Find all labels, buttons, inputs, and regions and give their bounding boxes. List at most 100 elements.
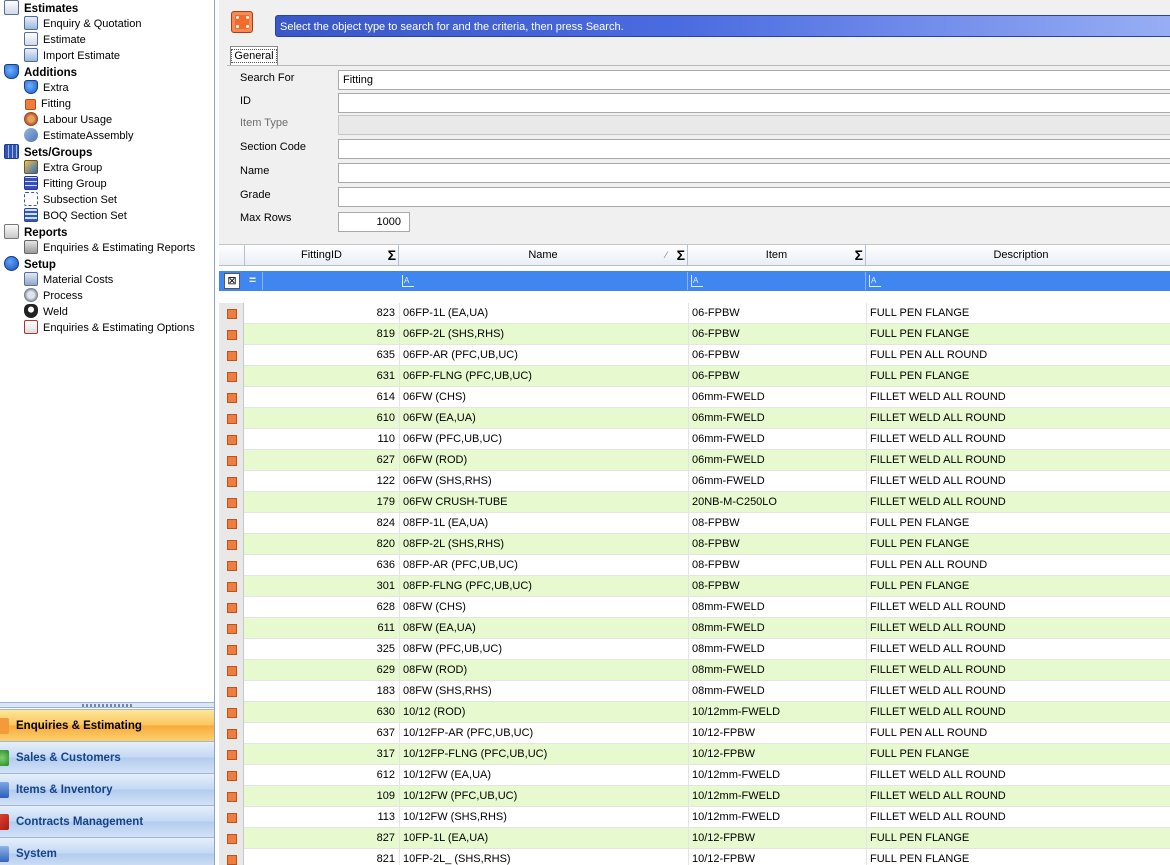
- row-selector[interactable]: [219, 345, 244, 366]
- tree-item-extra[interactable]: Extra: [0, 80, 214, 96]
- tree-item-enquiry-quotation[interactable]: Enquiry & Quotation: [0, 16, 214, 32]
- filter-cell-description[interactable]: A: [866, 272, 1170, 290]
- splitter-grip[interactable]: [82, 704, 132, 707]
- row-selector[interactable]: [219, 576, 244, 597]
- table-row[interactable]: 629 08FW (ROD) 08mm-FWELD FILLET WELD ALL R…: [219, 660, 1170, 681]
- section-code-field[interactable]: [338, 139, 1170, 159]
- search-for-field[interactable]: [338, 70, 1170, 90]
- filter-operator[interactable]: =: [249, 271, 256, 289]
- tree-group-additions[interactable]: Additions: [0, 64, 214, 80]
- filter-cell-item[interactable]: A: [688, 272, 866, 290]
- table-row[interactable]: 612 10/12FW (EA,UA) 10/12mm-FWELD FILLET WE…: [219, 765, 1170, 786]
- table-row[interactable]: 317 10/12FP-FLNG (PFC,UB,UC) 10/12-FPBW FUL…: [219, 744, 1170, 765]
- table-row[interactable]: 183 08FW (SHS,RHS) 08mm-FWELD FILLET WELD A…: [219, 681, 1170, 702]
- column-header-fittingid[interactable]: FittingID Σ: [245, 245, 399, 266]
- sum-icon[interactable]: Σ: [388, 247, 396, 263]
- row-selector[interactable]: [219, 681, 244, 702]
- row-selector[interactable]: [219, 702, 244, 723]
- max-rows-field[interactable]: [338, 212, 410, 232]
- table-row[interactable]: 301 08FP-FLNG (PFC,UB,UC) 08-FPBW FULL PEN …: [219, 576, 1170, 597]
- tree-group-estimates[interactable]: Estimates: [0, 0, 214, 16]
- row-selector[interactable]: [219, 660, 244, 681]
- row-selector[interactable]: [219, 450, 244, 471]
- tree-item-enquiries-estimating-reports[interactable]: Enquiries & Estimating Reports: [0, 240, 214, 256]
- tree-item-fitting-group[interactable]: Fitting Group: [0, 176, 214, 192]
- table-row[interactable]: 819 06FP-2L (SHS,RHS) 06-FPBW FULL PEN FLAN…: [219, 324, 1170, 345]
- column-header-name[interactable]: Name ⁄ Σ: [399, 245, 688, 266]
- table-row[interactable]: 821 10FP-2L_ (SHS,RHS) 10/12-FPBW FULL PEN …: [219, 849, 1170, 865]
- filter-cell-selector[interactable]: ⊠: [219, 272, 263, 290]
- row-selector[interactable]: [219, 492, 244, 513]
- tree-item-process[interactable]: Process: [0, 288, 214, 304]
- filter-cell-name[interactable]: A: [399, 272, 688, 290]
- grade-field[interactable]: [338, 187, 1170, 207]
- table-row[interactable]: 627 06FW (ROD) 06mm-FWELD FILLET WELD ALL R…: [219, 450, 1170, 471]
- table-row[interactable]: 179 06FW CRUSH-TUBE 20NB-M-C250LO FILLET WE…: [219, 492, 1170, 513]
- row-selector[interactable]: [219, 534, 244, 555]
- tree-item-estimateassembly[interactable]: EstimateAssembly: [0, 128, 214, 144]
- table-row[interactable]: 827 10FP-1L (EA,UA) 10/12-FPBW FULL PEN FLA…: [219, 828, 1170, 849]
- tree-item-import-estimate[interactable]: Import Estimate: [0, 48, 214, 64]
- row-selector[interactable]: [219, 513, 244, 534]
- clear-filter-icon[interactable]: ⊠: [224, 273, 240, 289]
- column-header-description[interactable]: Description: [866, 245, 1170, 266]
- tab-general[interactable]: General: [230, 46, 278, 66]
- filter-operator-icon[interactable]: A: [869, 275, 881, 287]
- nav-button-sales-customers[interactable]: Sales & Customers: [0, 741, 214, 773]
- filter-operator-icon[interactable]: A: [691, 275, 703, 287]
- filter-operator-icon[interactable]: A: [402, 275, 414, 287]
- row-selector[interactable]: [219, 849, 244, 865]
- row-selector[interactable]: [219, 597, 244, 618]
- table-row[interactable]: 325 08FW (PFC,UB,UC) 08mm-FWELD FILLET WELD…: [219, 639, 1170, 660]
- row-selector[interactable]: [219, 471, 244, 492]
- table-row[interactable]: 110 06FW (PFC,UB,UC) 06mm-FWELD FILLET WELD…: [219, 429, 1170, 450]
- table-row[interactable]: 820 08FP-2L (SHS,RHS) 08-FPBW FULL PEN FLAN…: [219, 534, 1170, 555]
- table-row[interactable]: 823 06FP-1L (EA,UA) 06-FPBW FULL PEN FLANGE: [219, 303, 1170, 324]
- table-row[interactable]: 611 08FW (EA,UA) 08mm-FWELD FILLET WELD ALL…: [219, 618, 1170, 639]
- row-selector[interactable]: [219, 387, 244, 408]
- table-row[interactable]: 109 10/12FW (PFC,UB,UC) 10/12mm-FWELD FILLE…: [219, 786, 1170, 807]
- tree-item-material-costs[interactable]: Material Costs: [0, 272, 214, 288]
- row-selector[interactable]: [219, 366, 244, 387]
- row-selector[interactable]: [219, 723, 244, 744]
- row-selector[interactable]: [219, 408, 244, 429]
- name-field[interactable]: [338, 163, 1170, 183]
- tree-item-labour-usage[interactable]: Labour Usage: [0, 112, 214, 128]
- tree-item-enquiries-estimating-options[interactable]: Enquiries & Estimating Options: [0, 320, 214, 336]
- tree-item-estimate[interactable]: Estimate: [0, 32, 214, 48]
- row-selector[interactable]: [219, 303, 244, 324]
- tree-group-setup[interactable]: Setup: [0, 256, 214, 272]
- row-selector[interactable]: [219, 429, 244, 450]
- table-row[interactable]: 628 08FW (CHS) 08mm-FWELD FILLET WELD ALL R…: [219, 597, 1170, 618]
- nav-button-system[interactable]: System: [0, 837, 214, 865]
- table-row[interactable]: 630 10/12 (ROD) 10/12mm-FWELD FILLET WELD A…: [219, 702, 1170, 723]
- nav-button-enquiries-estimating[interactable]: Enquiries & Estimating: [0, 709, 214, 741]
- pane-splitter[interactable]: [0, 702, 214, 708]
- table-row[interactable]: 635 06FP-AR (PFC,UB,UC) 06-FPBW FULL PEN AL…: [219, 345, 1170, 366]
- table-row[interactable]: 824 08FP-1L (EA,UA) 08-FPBW FULL PEN FLANGE: [219, 513, 1170, 534]
- row-selector[interactable]: [219, 828, 244, 849]
- sum-icon[interactable]: Σ: [677, 247, 685, 263]
- row-selector[interactable]: [219, 744, 244, 765]
- id-field[interactable]: [338, 93, 1170, 113]
- table-row[interactable]: 636 08FP-AR (PFC,UB,UC) 08-FPBW FULL PEN AL…: [219, 555, 1170, 576]
- row-selector[interactable]: [219, 765, 244, 786]
- tree-item-subsection-set[interactable]: Subsection Set: [0, 192, 214, 208]
- tree-item-extra-group[interactable]: Extra Group: [0, 160, 214, 176]
- row-selector[interactable]: [219, 618, 244, 639]
- tree-group-reports[interactable]: Reports: [0, 224, 214, 240]
- table-row[interactable]: 610 06FW (EA,UA) 06mm-FWELD FILLET WELD ALL…: [219, 408, 1170, 429]
- row-selector[interactable]: [219, 324, 244, 345]
- table-row[interactable]: 614 06FW (CHS) 06mm-FWELD FILLET WELD ALL R…: [219, 387, 1170, 408]
- tree-group-sets-groups[interactable]: Sets/Groups: [0, 144, 214, 160]
- table-row[interactable]: 637 10/12FP-AR (PFC,UB,UC) 10/12-FPBW FULL …: [219, 723, 1170, 744]
- table-row[interactable]: 113 10/12FW (SHS,RHS) 10/12mm-FWELD FILLET …: [219, 807, 1170, 828]
- nav-button-items-inventory[interactable]: Items & Inventory: [0, 773, 214, 805]
- tree-item-boq-section-set[interactable]: BOQ Section Set: [0, 208, 214, 224]
- table-row[interactable]: 122 06FW (SHS,RHS) 06mm-FWELD FILLET WELD A…: [219, 471, 1170, 492]
- row-selector[interactable]: [219, 639, 244, 660]
- row-selector[interactable]: [219, 555, 244, 576]
- nav-button-contracts-management[interactable]: Contracts Management: [0, 805, 214, 837]
- row-selector[interactable]: [219, 786, 244, 807]
- row-selector[interactable]: [219, 807, 244, 828]
